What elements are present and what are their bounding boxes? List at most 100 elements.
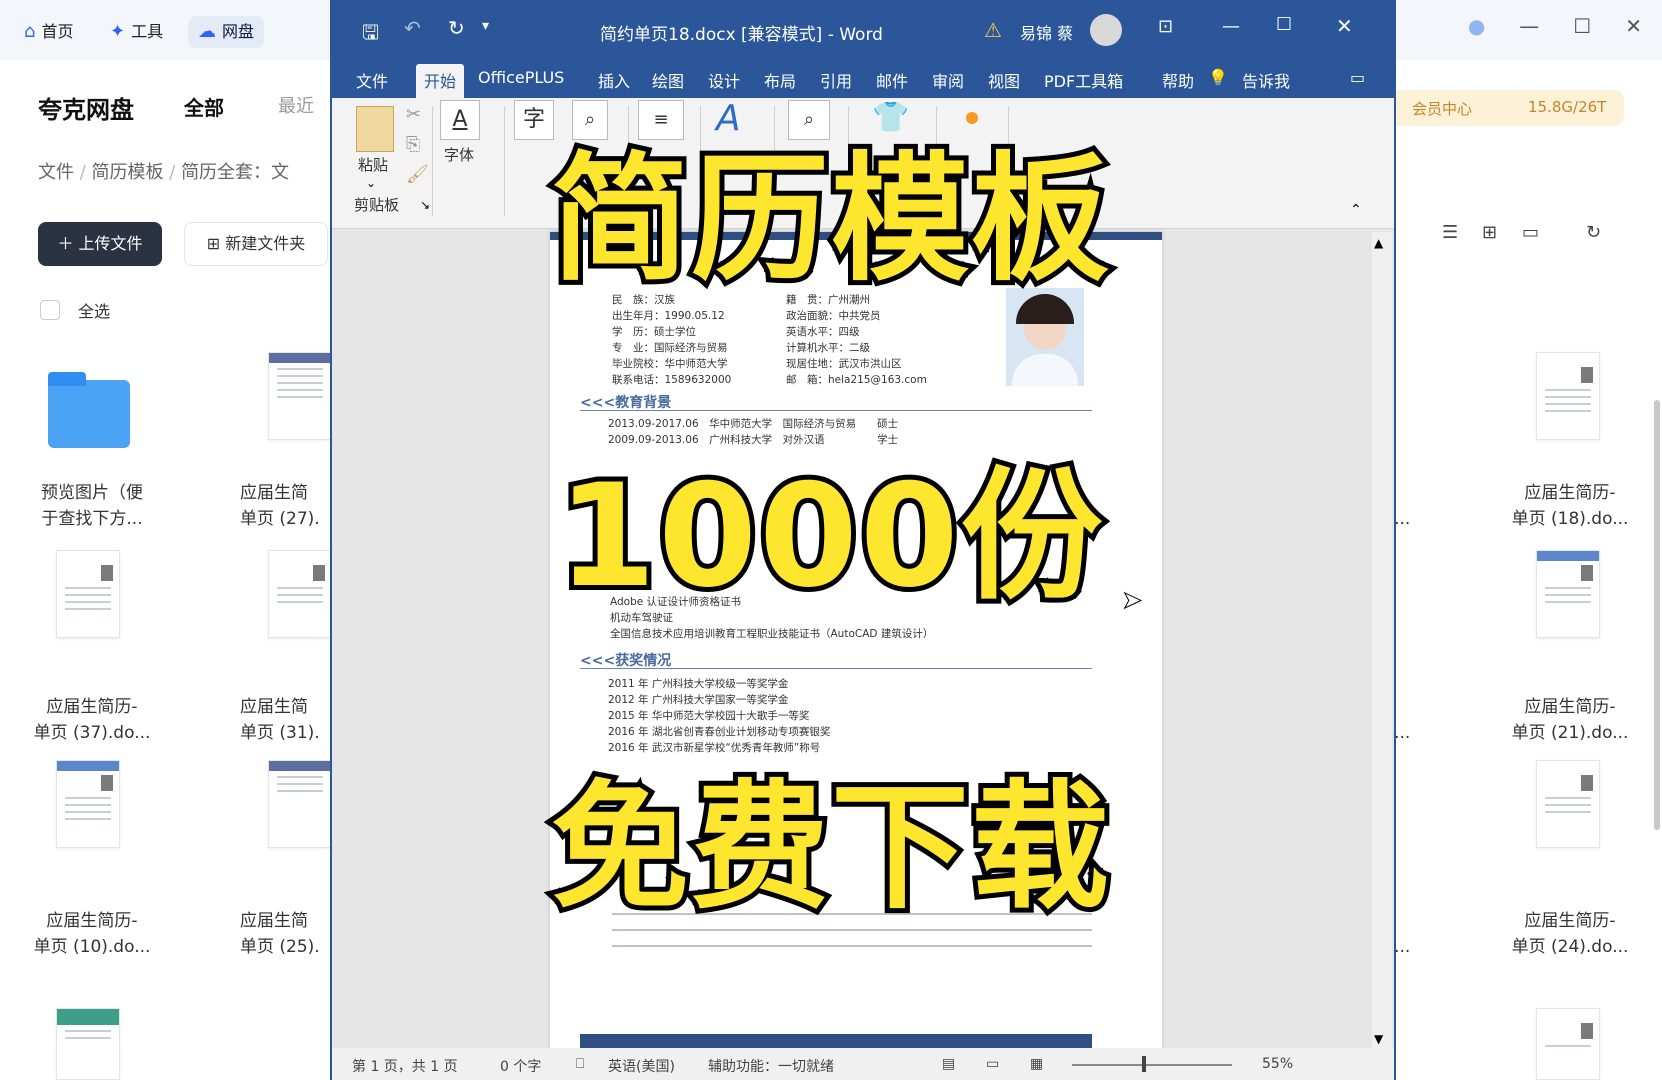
tab-pdf-tools[interactable]: PDF工具箱 — [1044, 68, 1123, 92]
tab-insert[interactable]: 插入 — [598, 68, 630, 92]
tab-design[interactable]: 设计 — [708, 68, 740, 92]
doc-thumbnail[interactable] — [56, 1008, 120, 1080]
quick-access-dropdown-icon[interactable]: ▾ — [482, 18, 489, 34]
redo-icon[interactable]: ↻ — [448, 16, 465, 40]
minimize-icon[interactable]: — — [1519, 14, 1539, 38]
warning-icon[interactable]: ⚠ — [984, 18, 1002, 42]
mouse-cursor: ➤ — [1121, 586, 1143, 615]
info-computer: 计算机水平：二级 — [786, 342, 870, 354]
user-name[interactable]: 易锦 蔡 — [1020, 20, 1073, 44]
language[interactable]: 英语(美国) — [608, 1056, 675, 1076]
section-education: <<<教育背景 — [580, 395, 672, 411]
web-layout-icon[interactable]: ▦ — [1030, 1056, 1043, 1072]
info-politics: 政治面貌：中共党员 — [786, 310, 881, 322]
file-name[interactable]: 应届生简历- 单页 (37).do... — [22, 694, 162, 746]
minimize-icon[interactable]: — — [1222, 16, 1240, 37]
close-icon[interactable]: ✕ — [1336, 14, 1353, 38]
file-name[interactable]: 应届生简历- 单页 (21).do... — [1500, 694, 1640, 746]
lightbulb-icon[interactable]: 💡 — [1208, 68, 1228, 87]
doc-thumbnail[interactable] — [1536, 352, 1600, 440]
info-major: 专 业：国际经济与贸易 — [612, 342, 728, 354]
cloud-icon: ☁ — [198, 21, 216, 42]
comments-icon[interactable]: ▭ — [1350, 68, 1365, 87]
user-avatar-icon[interactable]: ● — [1468, 14, 1485, 38]
tab-view[interactable]: 视图 — [988, 68, 1020, 92]
award-item: 2011 年 广州科技大学校级一等奖学金 — [608, 678, 789, 690]
zoom-slider[interactable] — [1072, 1064, 1232, 1066]
close-icon[interactable]: ✕ — [1625, 14, 1642, 38]
zoom-level[interactable]: 55% — [1262, 1056, 1293, 1072]
sparkle-icon: ✦ — [110, 21, 126, 42]
word-title-bar: 🖫 ↶ ↻ ▾ 简约单页18.docx [兼容模式] - Word ⚠ 易锦 蔡… — [332, 0, 1394, 62]
tab-tools[interactable]: ✦ 工具 — [100, 16, 173, 48]
vip-center-label: 会员中心 — [1412, 100, 1473, 118]
vip-bar[interactable]: 会员中心 15.8G/26T — [1388, 90, 1624, 126]
ribbon-tabs: 文件 开始 OfficePLUS 插入 绘图 设计 布局 引用 邮件 审阅 视图… — [332, 62, 1394, 98]
info-english: 英语水平：四级 — [786, 326, 860, 338]
cert-item: 全国信息技术应用培训教育工程职业技能证书（AutoCAD 建筑设计） — [610, 628, 934, 640]
section-rule — [580, 668, 1092, 669]
tab-officeplus[interactable]: OfficePLUS — [478, 68, 564, 87]
save-icon[interactable]: 🖫 — [362, 18, 379, 52]
profile-photo — [1006, 288, 1084, 386]
filter-all[interactable]: 全部 — [184, 92, 224, 121]
info-phone: 联系电话：1589632000 — [612, 374, 732, 386]
doc-search-icon[interactable]: ⌕ — [572, 100, 608, 140]
find-icon[interactable]: ⌕ — [788, 100, 830, 140]
caption-1000-copies: 1000份 — [552, 449, 1107, 624]
storage-usage: 15.8G/26T — [1528, 98, 1607, 116]
edu-item: 2013.09-2017.06 华中师范大学 国际经济与贸易 硕士 — [608, 418, 899, 430]
doc-thumbnail[interactable] — [1536, 1008, 1600, 1080]
shirt-icon[interactable]: 👕 — [872, 100, 909, 135]
award-item: 2015 年 华中师范大学校园十大歌手一等奖 — [608, 710, 810, 722]
doc-thumbnail[interactable] — [268, 352, 332, 440]
avatar[interactable] — [1090, 14, 1122, 46]
tab-help[interactable]: 帮助 — [1162, 68, 1194, 92]
undo-icon[interactable]: ↶ — [404, 16, 421, 40]
maximize-icon[interactable]: ☐ — [1573, 14, 1591, 38]
info-degree: 学 历：硕士学位 — [612, 326, 696, 338]
home-icon: ⌂ — [24, 21, 36, 42]
section-awards: <<<获奖情况 — [580, 653, 672, 669]
info-email: 邮 箱：hela215@163.com — [786, 374, 927, 386]
document-page[interactable]: 民 族：汉族 出生年月：1990.05.12 学 历：硕士学位 专 业：国际经济… — [550, 232, 1162, 1052]
maximize-icon[interactable]: ☐ — [1276, 14, 1292, 35]
paragraph-icon[interactable]: ≡ — [638, 100, 684, 140]
info-school: 毕业院校：华中师范大学 — [612, 358, 728, 370]
tab-references[interactable]: 引用 — [820, 68, 852, 92]
info-residence: 现居住地：武汉市洪山区 — [786, 358, 902, 370]
zoom-slider-thumb[interactable] — [1142, 1056, 1146, 1072]
read-mode-icon[interactable]: ▤ — [942, 1056, 955, 1072]
print-layout-icon[interactable]: ▭ — [986, 1056, 999, 1072]
accessibility-status[interactable]: 辅助功能：一切就绪 — [708, 1056, 834, 1076]
award-item: 2016 年 湖北省创青春创业计划移动专项赛银奖 — [608, 726, 831, 738]
tab-review[interactable]: 审阅 — [932, 68, 964, 92]
tab-file[interactable]: 文件 — [356, 68, 388, 92]
word-count[interactable]: 0 个字 — [500, 1056, 541, 1076]
scroll-down-icon[interactable]: ▼ — [1374, 1032, 1383, 1046]
font-icon[interactable]: A — [440, 100, 480, 140]
tab-mailings[interactable]: 邮件 — [876, 68, 908, 92]
cut-icon[interactable]: ✂ — [406, 104, 421, 125]
styles-icon[interactable]: A — [716, 98, 741, 139]
document-title: 简约单页18.docx [兼容模式] - Word — [600, 25, 883, 45]
page-count[interactable]: 第 1 页，共 1 页 — [352, 1056, 458, 1076]
tab-draw[interactable]: 绘图 — [652, 68, 684, 92]
section-rule — [580, 410, 1092, 411]
tell-me[interactable]: 告诉我 — [1242, 68, 1290, 92]
addin-icon[interactable] — [966, 112, 978, 124]
filter-recent[interactable]: 最近 — [278, 92, 314, 118]
select-all-checkbox[interactable] — [40, 300, 60, 320]
tab-layout[interactable]: 布局 — [764, 68, 796, 92]
folder-icon[interactable] — [48, 372, 130, 448]
caption-free-download: 免费下载 — [546, 763, 1114, 933]
char-style-icon[interactable]: 字 — [514, 100, 554, 140]
tab-home[interactable]: ⌂ 首页 — [14, 16, 83, 48]
proofing-icon[interactable]: ⎕ — [576, 1056, 584, 1072]
status-bar: 第 1 页，共 1 页 0 个字 ⎕ 英语(美国) 辅助功能：一切就绪 ▤ ▭ … — [332, 1048, 1394, 1080]
ribbon-display-icon[interactable]: ⊡ — [1158, 16, 1173, 37]
tab-home[interactable]: 开始 — [416, 64, 465, 98]
select-all-label: 全选 — [78, 302, 111, 321]
file-name[interactable]: 应届生简 单页 (31). — [240, 694, 330, 746]
tab-cloud-drive[interactable]: ☁ 网盘 — [188, 16, 265, 48]
